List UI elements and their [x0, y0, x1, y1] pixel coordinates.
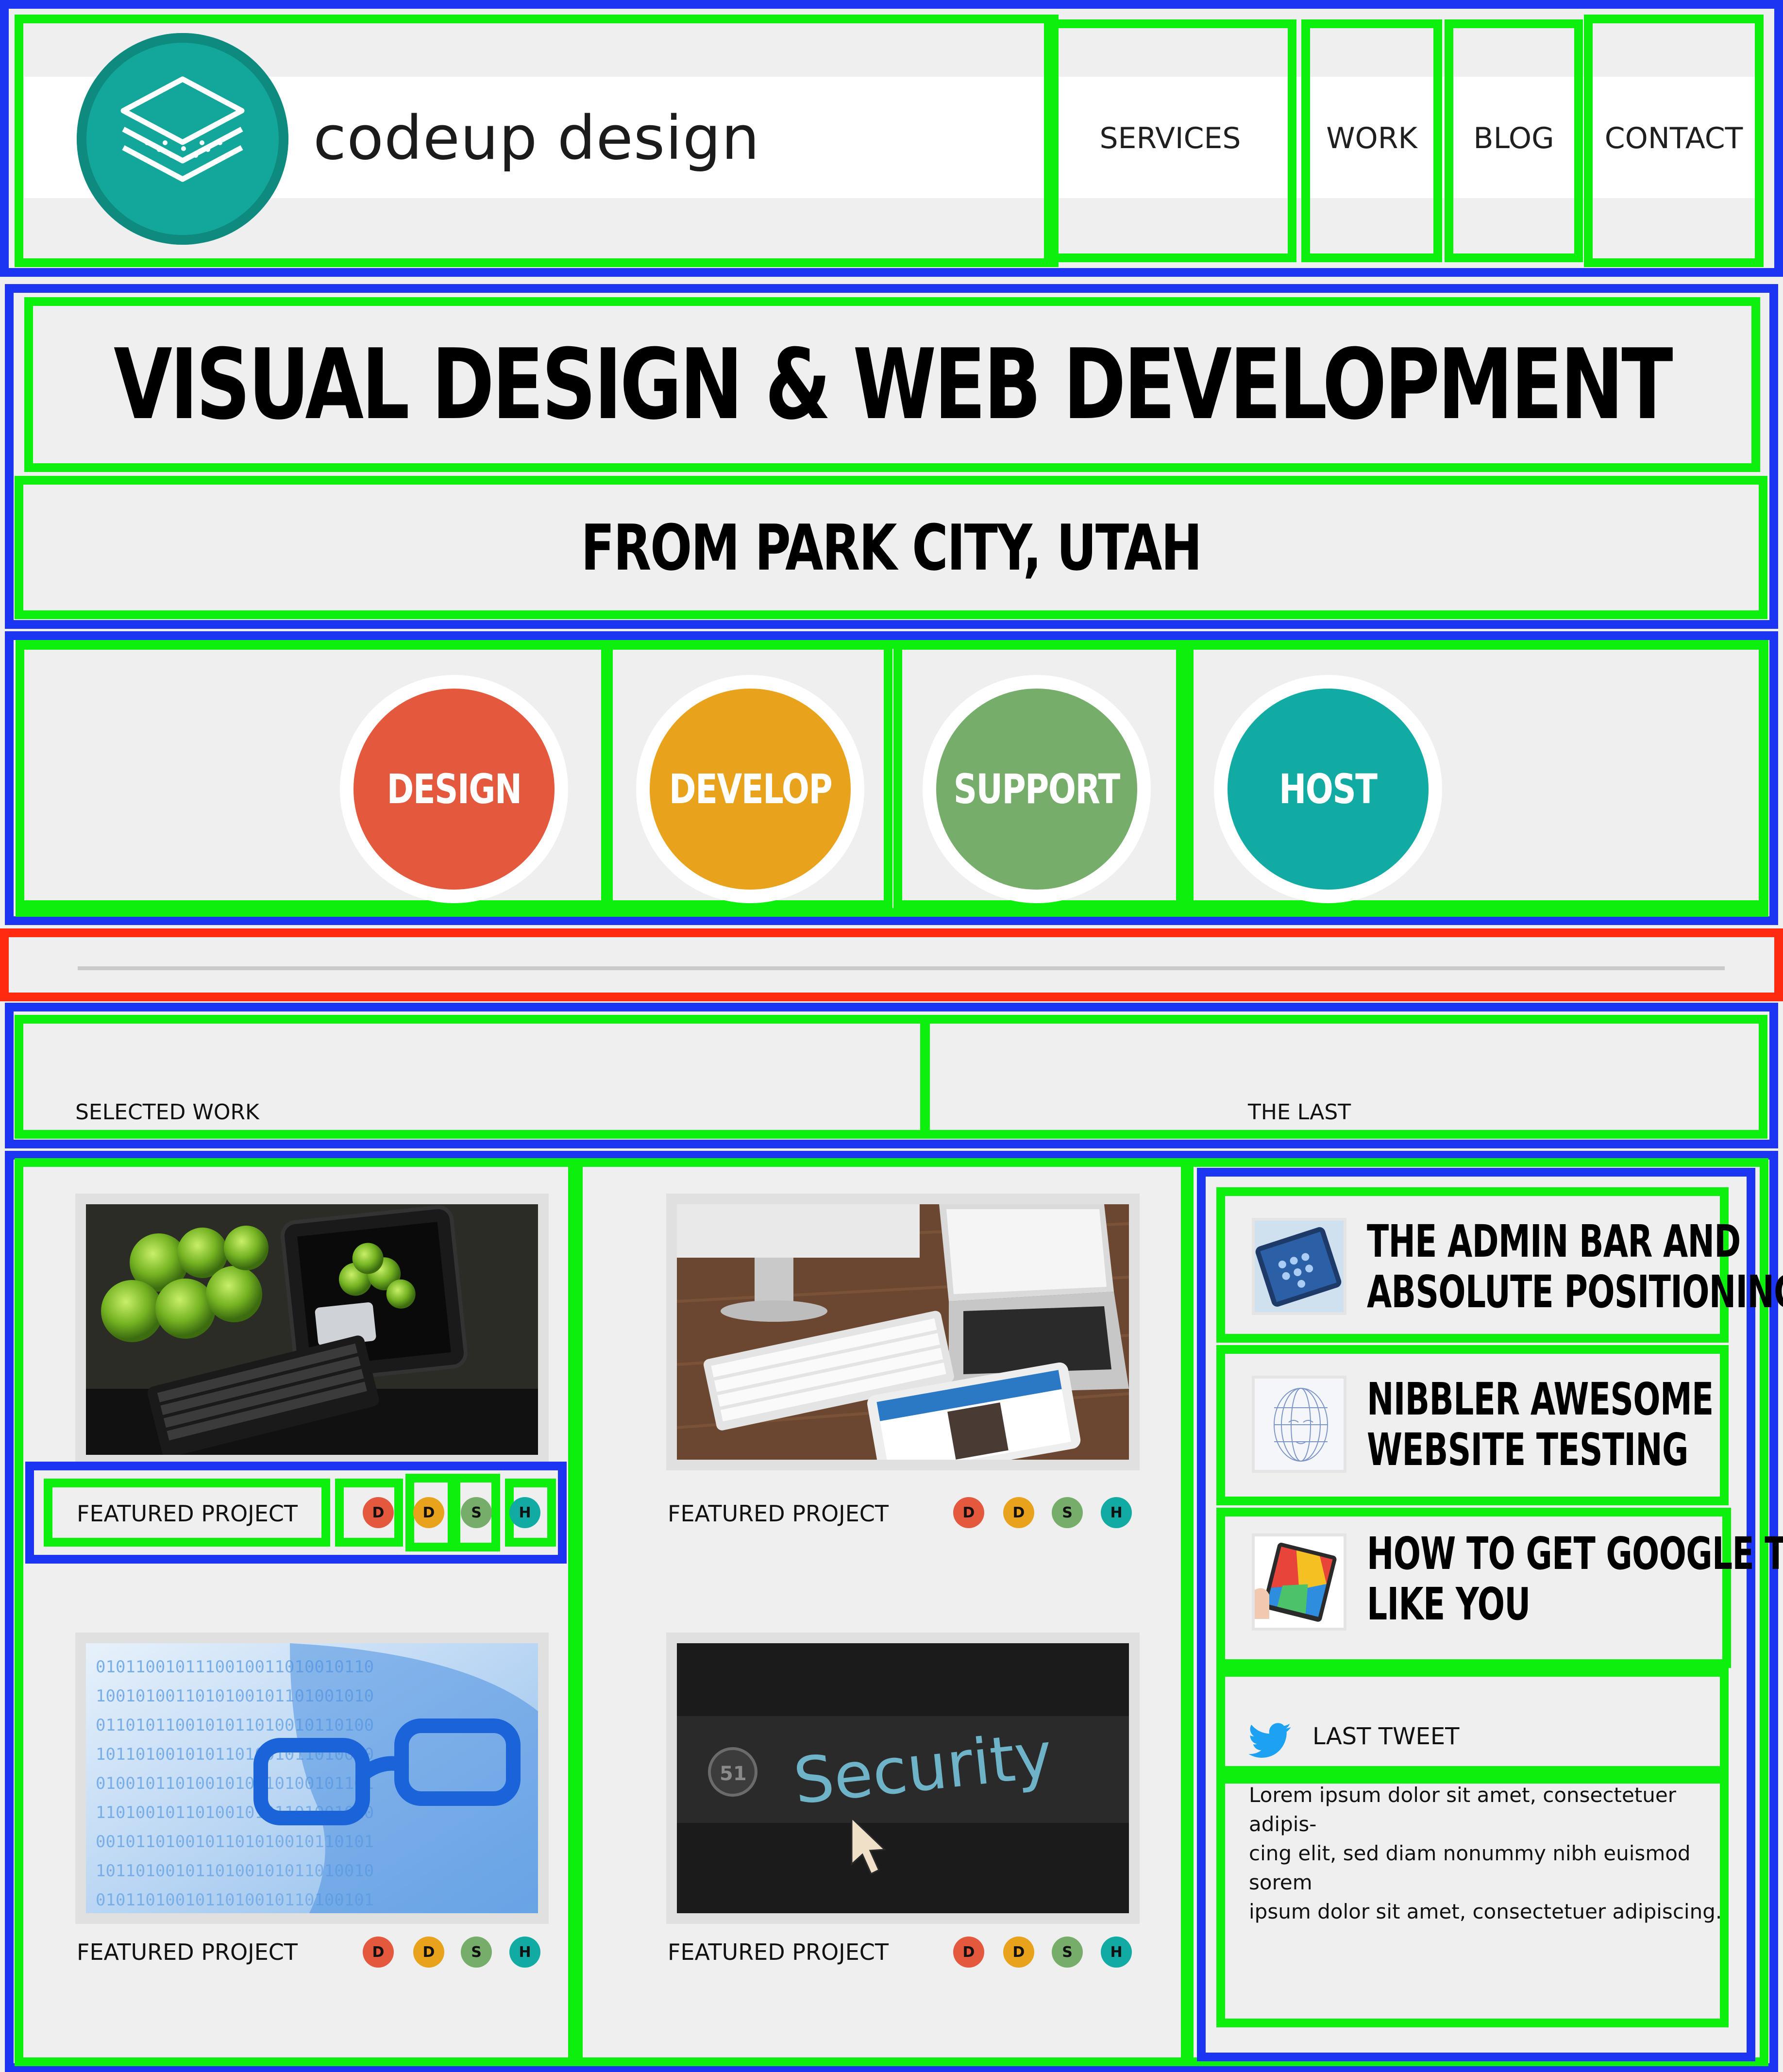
tag-develop-dot[interactable]: D	[1003, 1497, 1034, 1528]
tag-develop-dot[interactable]: D	[413, 1937, 444, 1968]
project-card[interactable]: 0101100101110010011010010110 10010100110…	[75, 1633, 549, 1924]
project-card[interactable]: 51 Security	[666, 1633, 1140, 1924]
selected-work-label: SELECTED WORK	[75, 1100, 259, 1125]
tag-design-dot[interactable]: D	[953, 1497, 984, 1528]
post-title[interactable]: THE ADMIN BAR AND ABSOLUTE POSITIONING	[1367, 1216, 1783, 1317]
service-support-label: SUPPORT	[954, 765, 1121, 813]
tag-host-dot[interactable]: H	[509, 1937, 540, 1968]
service-develop-button[interactable]: DEVELOP	[636, 675, 864, 903]
post-thumb[interactable]	[1252, 1533, 1346, 1631]
tweet-line: cing elit, sed diam nonummy nibh euismod…	[1249, 1841, 1691, 1894]
tag-develop-dot[interactable]: D	[413, 1497, 444, 1528]
twitter-bird-icon[interactable]	[1249, 1723, 1292, 1759]
hero-subtitle: FROM PARK CITY, UTAH	[581, 510, 1202, 585]
tag-host-dot[interactable]: H	[509, 1497, 540, 1528]
tag-host-dot[interactable]: H	[1101, 1937, 1132, 1968]
post-title-line: THE ADMIN BAR AND	[1367, 1215, 1741, 1267]
project-image-binary-face: 0101100101110010011010010110 10010100110…	[86, 1643, 538, 1913]
project-image-security-screen: 51 Security	[677, 1643, 1129, 1913]
tweet-heading-box	[1216, 1668, 1729, 1775]
project-label: FEATURED PROJECT	[668, 1500, 889, 1527]
post-title[interactable]: NIBBLER AWESOME WEBSITE TESTING	[1367, 1374, 1714, 1475]
tweet-body: Lorem ipsum dolor sit amet, consectetuer…	[1249, 1781, 1725, 1926]
post-title-line: WEBSITE TESTING	[1367, 1424, 1688, 1476]
tag-support-dot[interactable]: S	[461, 1937, 492, 1968]
tag-support-dot[interactable]: S	[1052, 1937, 1083, 1968]
project-card[interactable]	[666, 1194, 1140, 1470]
project-label: FEATURED PROJECT	[77, 1500, 298, 1527]
nav-item-work[interactable]: WORK	[1310, 92, 1433, 185]
tweet-line: ipsum dolor sit amet, consectetuer adipi…	[1249, 1900, 1722, 1923]
service-host-button[interactable]: HOST	[1214, 675, 1442, 903]
service-support-button[interactable]: SUPPORT	[923, 675, 1151, 903]
divider-line	[78, 966, 1725, 970]
tweet-line: Lorem ipsum dolor sit amet, consectetuer…	[1249, 1783, 1676, 1836]
hero-title: VISUAL DESIGN & WEB DEVELOPMENT	[114, 328, 1673, 441]
divider-section	[0, 928, 1783, 1001]
post-thumb[interactable]	[1252, 1376, 1346, 1473]
post-title-line: NIBBLER AWESOME	[1367, 1373, 1714, 1425]
post-title-line: HOW TO GET GOOGLE TO	[1367, 1528, 1783, 1580]
post-title[interactable]: HOW TO GET GOOGLE TO LIKE YOU	[1367, 1529, 1783, 1630]
tag-design-dot[interactable]: D	[363, 1497, 394, 1528]
post-thumb[interactable]	[1252, 1218, 1346, 1315]
tweet-heading: LAST TWEET	[1312, 1723, 1460, 1750]
tag-support-dot[interactable]: S	[1052, 1497, 1083, 1528]
nav-item-blog[interactable]: BLOG	[1453, 92, 1574, 185]
brand-name[interactable]: codeup design	[313, 100, 760, 177]
project-card[interactable]	[75, 1194, 549, 1466]
post-title-line: ABSOLUTE POSITIONING	[1367, 1266, 1783, 1318]
nav-item-services[interactable]: SERVICES	[1053, 92, 1288, 185]
project-label: FEATURED PROJECT	[668, 1939, 889, 1965]
post-title-line: LIKE YOU	[1367, 1578, 1531, 1630]
nav-item-contact[interactable]: CONTACT	[1593, 92, 1755, 185]
svg-text:51: 51	[720, 1763, 747, 1785]
service-develop-label: DEVELOP	[669, 765, 832, 813]
tag-host-dot[interactable]: H	[1101, 1497, 1132, 1528]
service-design-button[interactable]: DESIGN	[340, 675, 568, 903]
tag-support-dot[interactable]: S	[461, 1497, 492, 1528]
project-label: FEATURED PROJECT	[77, 1939, 298, 1965]
tag-develop-dot[interactable]: D	[1003, 1937, 1034, 1968]
logo-icon[interactable]	[77, 33, 288, 245]
tag-design-dot[interactable]: D	[953, 1937, 984, 1968]
the-last-label: THE LAST	[1248, 1100, 1351, 1125]
tag-design-dot[interactable]: D	[363, 1937, 394, 1968]
project-image-desk-computers	[677, 1204, 1129, 1460]
service-design-label: DESIGN	[387, 765, 522, 813]
service-host-label: HOST	[1279, 765, 1378, 813]
project-image-tablet-apples	[86, 1204, 538, 1455]
